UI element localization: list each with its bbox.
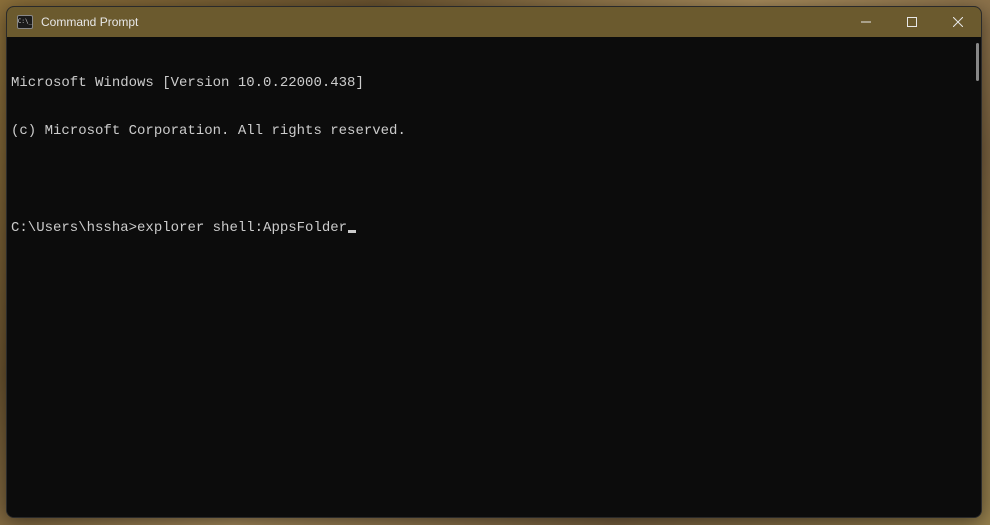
minimize-button[interactable] <box>843 7 889 37</box>
window-controls <box>843 7 981 37</box>
copyright-line: (c) Microsoft Corporation. All rights re… <box>11 123 977 139</box>
app-icon <box>17 15 33 29</box>
titlebar[interactable]: Command Prompt <box>7 7 981 37</box>
blank-line <box>11 172 977 188</box>
cursor <box>348 230 356 233</box>
header-line: Microsoft Windows [Version 10.0.22000.43… <box>11 75 977 91</box>
terminal-area[interactable]: Microsoft Windows [Version 10.0.22000.43… <box>7 37 981 517</box>
command-text: explorer shell:AppsFolder <box>137 220 347 236</box>
minimize-icon <box>861 17 871 27</box>
prompt-row: C:\Users\hssha>explorer shell:AppsFolder <box>11 220 977 236</box>
window-title: Command Prompt <box>41 15 843 29</box>
scrollbar-thumb[interactable] <box>976 43 979 81</box>
prompt-text: C:\Users\hssha> <box>11 220 137 236</box>
close-icon <box>953 17 963 27</box>
maximize-button[interactable] <box>889 7 935 37</box>
maximize-icon <box>907 17 917 27</box>
close-button[interactable] <box>935 7 981 37</box>
command-prompt-window: Command Prompt Microsoft Windows [Versio… <box>6 6 982 518</box>
